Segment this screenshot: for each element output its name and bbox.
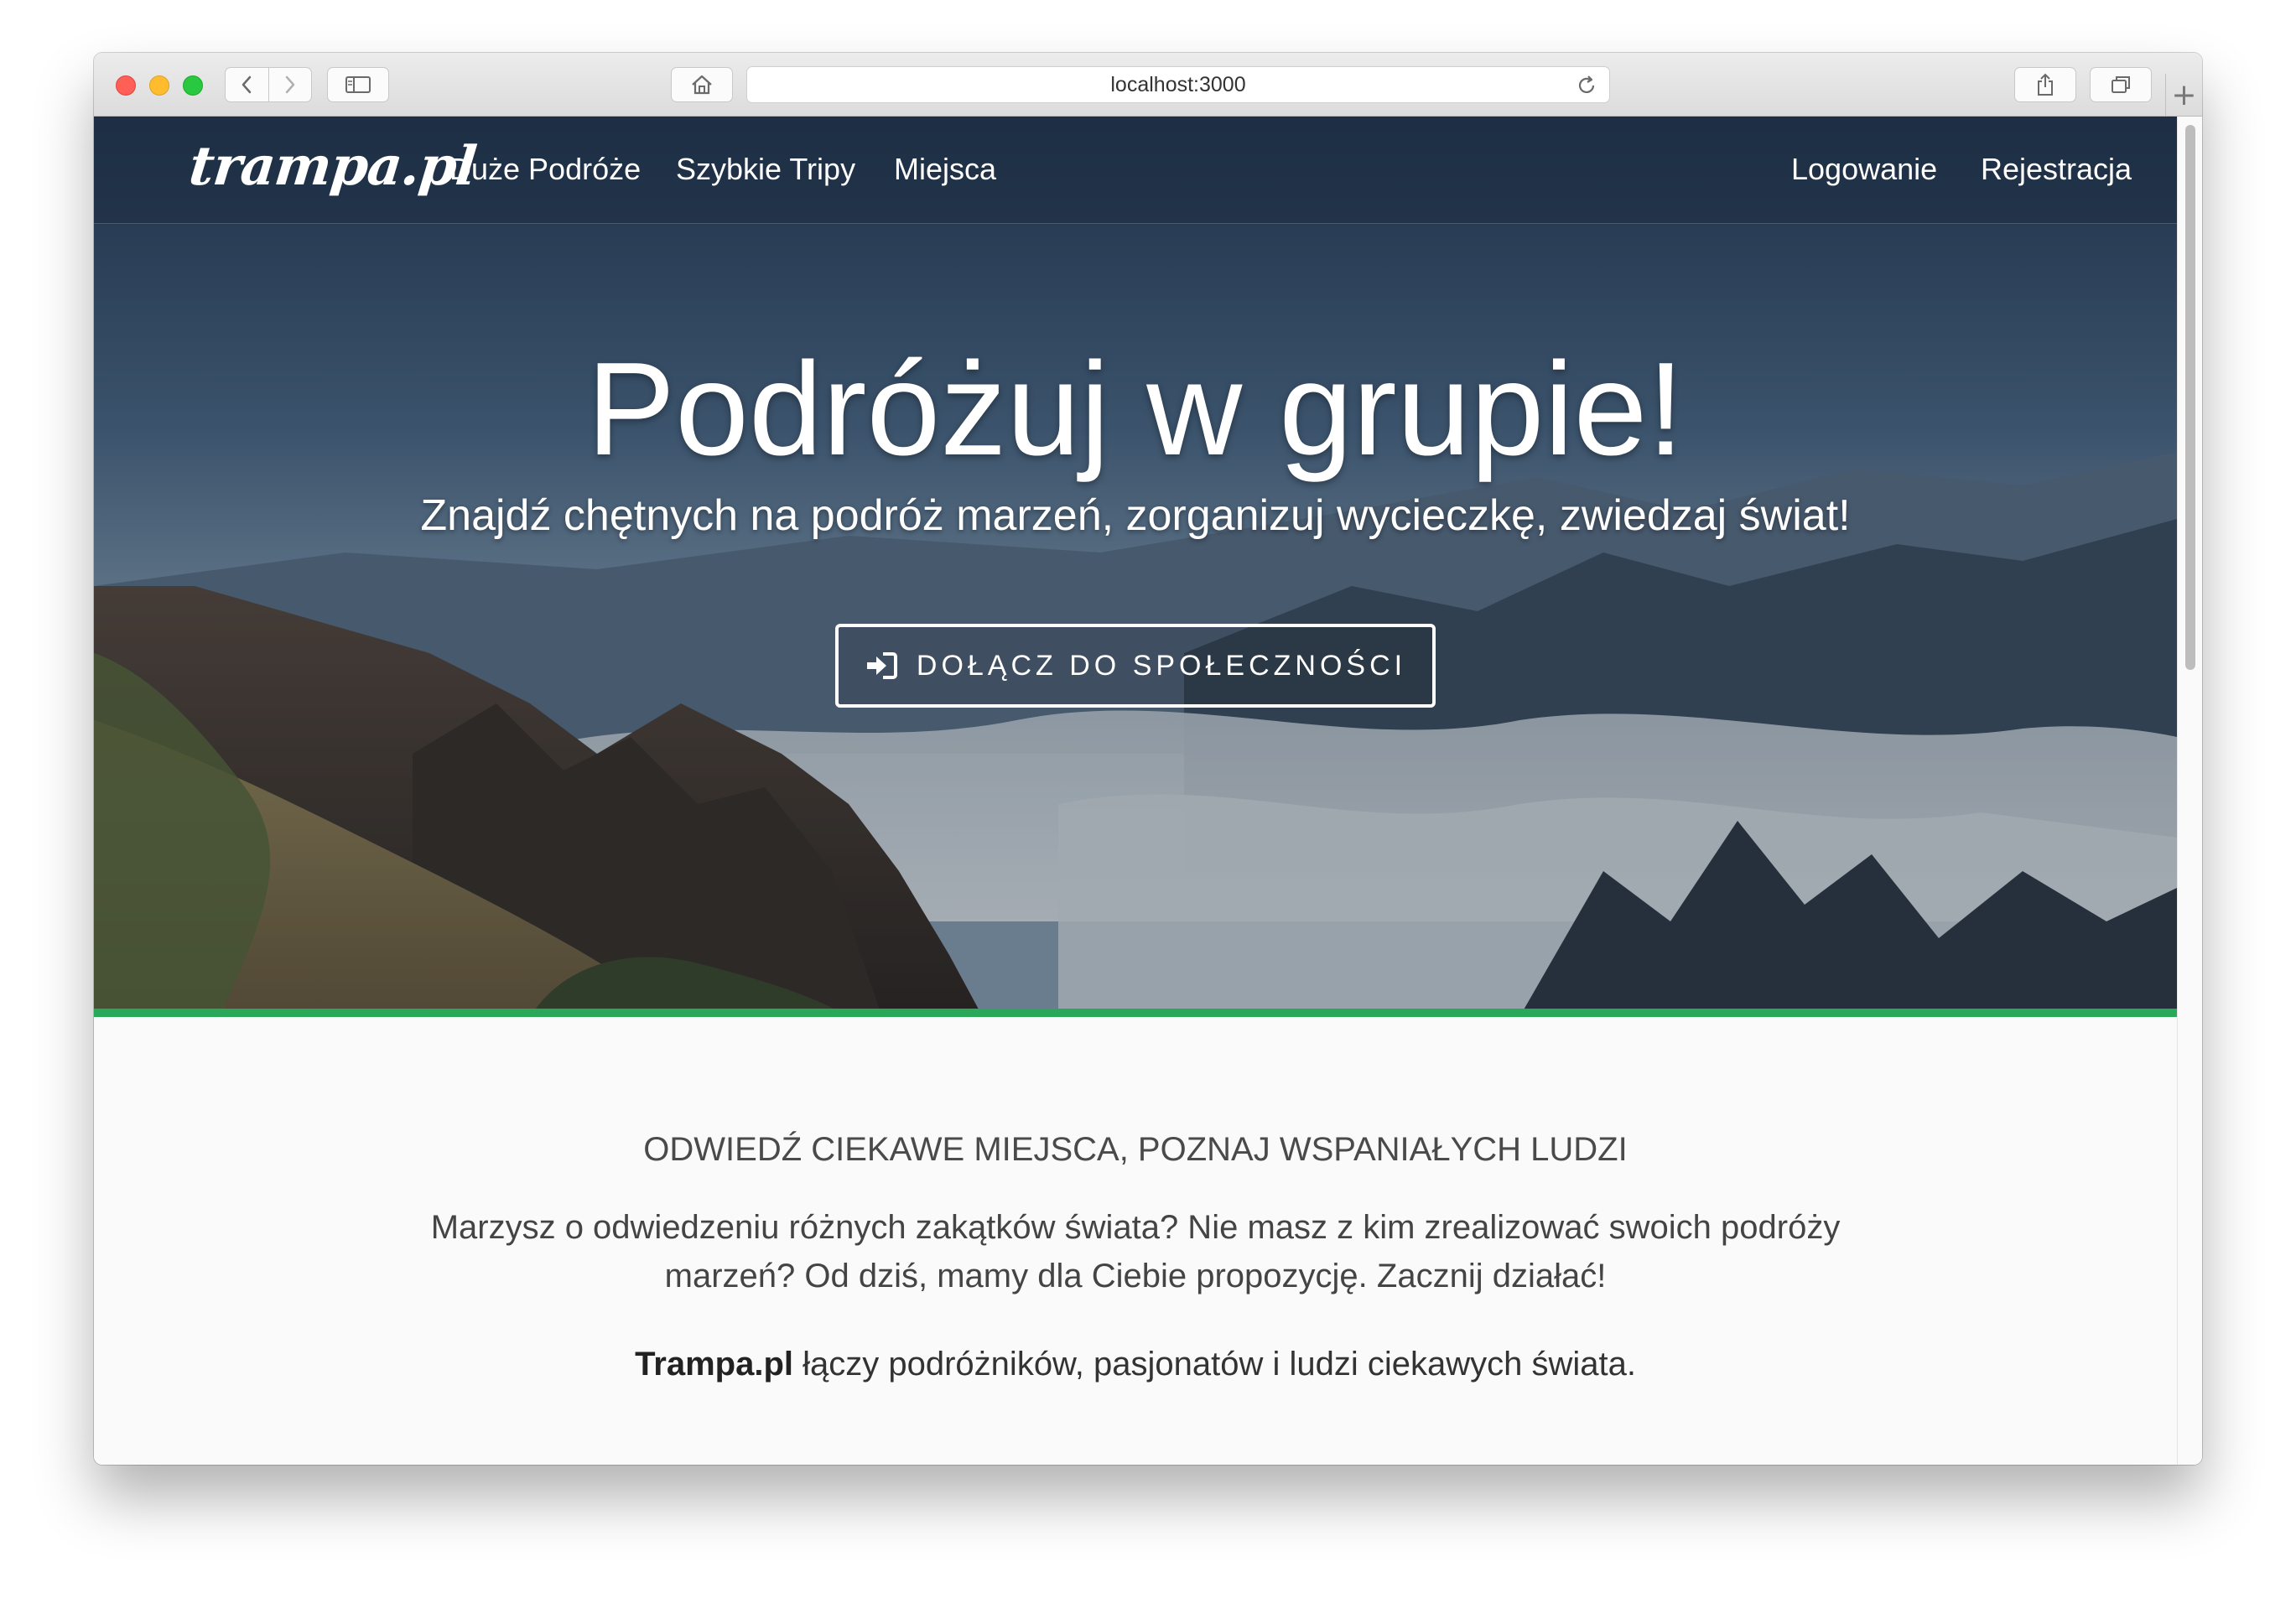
nav-link-szybkie-tripy[interactable]: Szybkie Tripy bbox=[676, 152, 855, 187]
sign-in-icon bbox=[866, 652, 897, 679]
home-button[interactable] bbox=[671, 67, 733, 102]
scrollbar-thumb[interactable] bbox=[2185, 125, 2195, 670]
hero-overlay bbox=[94, 117, 2177, 1017]
zoom-window-button[interactable] bbox=[183, 75, 203, 96]
reload-icon bbox=[1578, 75, 1595, 93]
nav-link-duze-podroze[interactable]: Duże Podróże bbox=[449, 152, 641, 187]
sidebar-icon bbox=[345, 76, 371, 93]
address-bar[interactable]: localhost:3000 bbox=[746, 66, 1610, 103]
hero-title: Podróżuj w grupie! bbox=[586, 335, 1685, 483]
history-nav-group bbox=[225, 67, 312, 102]
register-link[interactable]: Rejestracja bbox=[1981, 152, 2132, 187]
page-scrollbar[interactable] bbox=[2177, 117, 2202, 1465]
join-community-button[interactable]: DOŁĄCZ DO SPOŁECZNOŚCI bbox=[835, 624, 1436, 708]
chevron-right-icon bbox=[285, 75, 295, 94]
forward-button[interactable] bbox=[268, 68, 311, 101]
nav-link-miejsca[interactable]: Miejsca bbox=[894, 152, 996, 187]
hero-accent-stripe bbox=[94, 1009, 2177, 1017]
section-tagline: Trampa.pl łączy podróżników, pasjonatów … bbox=[94, 1346, 2177, 1383]
address-url: localhost:3000 bbox=[1110, 72, 1246, 96]
brand-logo[interactable]: trampa.pl bbox=[186, 135, 479, 198]
share-button[interactable] bbox=[2014, 67, 2076, 102]
new-tab-button[interactable]: + bbox=[2165, 74, 2202, 116]
back-button[interactable] bbox=[226, 68, 268, 101]
close-window-button[interactable] bbox=[116, 75, 136, 96]
browser-window: localhost:3000 + trampa.pl Duże Podróże … bbox=[94, 53, 2202, 1465]
login-link[interactable]: Logowanie bbox=[1791, 152, 1937, 187]
tabs-overview-button[interactable] bbox=[2090, 67, 2152, 102]
home-icon bbox=[692, 75, 712, 95]
tagline-text: łączy podróżników, pasjonatów i ludzi ci… bbox=[793, 1346, 1636, 1383]
reload-button[interactable] bbox=[1576, 75, 1597, 101]
tabs-overview-icon bbox=[2112, 76, 2130, 93]
tagline-brand: Trampa.pl bbox=[635, 1346, 794, 1383]
section-paragraph: Marzysz o odwiedzeniu różnych zakątków ś… bbox=[430, 1209, 1841, 1294]
site-navbar: trampa.pl Duże Podróże Szybkie Tripy Mie… bbox=[94, 117, 2177, 224]
section-heading: ODWIEDŹ CIEKAWE MIEJSCA, POZNAJ WSPANIAŁ… bbox=[643, 1131, 1628, 1168]
sidebar-button[interactable] bbox=[327, 67, 389, 102]
join-community-label: DOŁĄCZ DO SPOŁECZNOŚCI bbox=[916, 649, 1407, 682]
share-icon bbox=[2038, 73, 2053, 96]
minimize-window-button[interactable] bbox=[149, 75, 169, 96]
hero-section: trampa.pl Duże Podróże Szybkie Tripy Mie… bbox=[94, 117, 2177, 1017]
plus-icon: + bbox=[2171, 77, 2197, 112]
browser-toolbar: localhost:3000 + bbox=[94, 53, 2202, 117]
chevron-left-icon bbox=[242, 75, 252, 94]
page-viewport: trampa.pl Duże Podróże Szybkie Tripy Mie… bbox=[94, 117, 2202, 1465]
hero-subtitle: Znajdź chętnych na podróż marzeń, zorgan… bbox=[420, 491, 1851, 540]
